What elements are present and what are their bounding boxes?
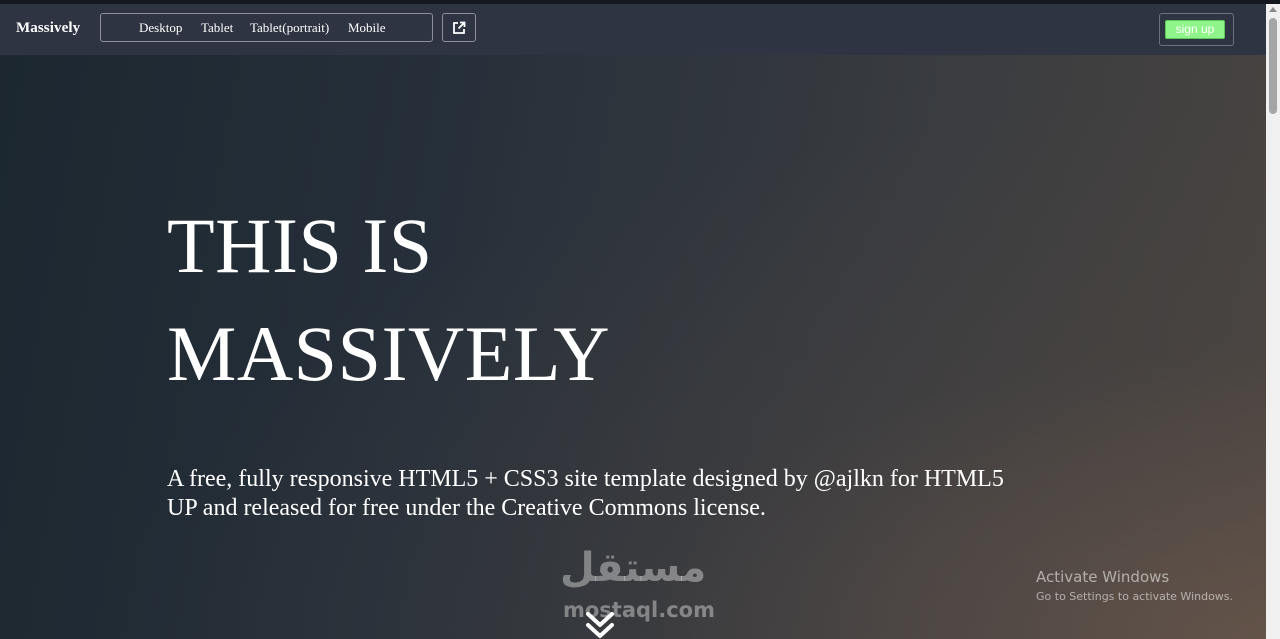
activate-windows-notice: Activate Windows Go to Settings to activ… bbox=[1036, 568, 1233, 603]
hero-title: THIS IS MASSIVELY bbox=[167, 192, 767, 408]
open-new-window-button[interactable] bbox=[442, 13, 476, 42]
hero-subtitle-line-1: A free, fully responsive HTML5 + CSS3 si… bbox=[167, 466, 1004, 492]
device-switcher: Desktop Tablet Tablet(portrait) Mobile bbox=[100, 13, 433, 42]
external-link-icon bbox=[453, 21, 466, 34]
device-tablet-portrait-button[interactable]: Tablet(portrait) bbox=[250, 20, 329, 36]
activate-windows-subtitle: Go to Settings to activate Windows. bbox=[1036, 590, 1234, 603]
device-desktop-button[interactable]: Desktop bbox=[139, 20, 182, 36]
hero-subtitle: A free, fully responsive HTML5 + CSS3 si… bbox=[167, 465, 1067, 523]
hero-subtitle-line-2: UP and released for free under the Creat… bbox=[167, 495, 766, 521]
brand-title: Massively bbox=[16, 20, 81, 36]
activate-windows-title: Activate Windows bbox=[1036, 568, 1170, 586]
vertical-scrollbar[interactable] bbox=[1266, 4, 1280, 639]
scroll-up-arrow-icon[interactable] bbox=[1269, 7, 1277, 12]
device-tablet-button[interactable]: Tablet bbox=[201, 20, 233, 36]
double-chevron-down-icon bbox=[586, 612, 614, 638]
signup-container: sign up bbox=[1159, 13, 1234, 46]
hero-title-line-1: THIS IS bbox=[167, 202, 433, 289]
signup-button[interactable]: sign up bbox=[1165, 20, 1225, 39]
watermark-arabic: مستقل bbox=[560, 545, 707, 591]
scrollbar-thumb[interactable] bbox=[1269, 18, 1277, 114]
preview-toolbar: Massively Desktop Tablet Tablet(portrait… bbox=[0, 4, 1266, 55]
hero-title-line-2: MASSIVELY bbox=[167, 310, 611, 397]
device-mobile-button[interactable]: Mobile bbox=[348, 20, 386, 36]
hero-section: THIS IS MASSIVELY A free, fully responsi… bbox=[0, 55, 1266, 639]
scroll-down-button[interactable] bbox=[584, 610, 616, 639]
